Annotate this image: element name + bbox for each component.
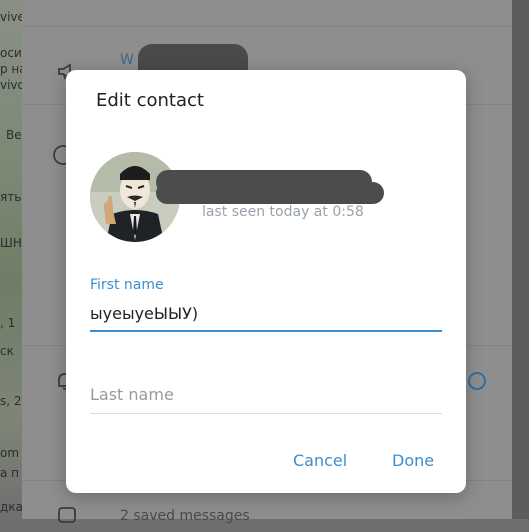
first-name-label: First name	[90, 277, 164, 293]
saved-messages-text: 2 saved messages	[120, 508, 250, 524]
dialog-title: Edit contact	[96, 90, 204, 111]
done-button[interactable]: Done	[392, 451, 434, 470]
background-chat-list: vive осит р на vivo Ве ять ШН , 1 ск s, …	[0, 0, 29, 519]
last-name-input[interactable]	[90, 383, 442, 405]
toggle-icon	[466, 370, 488, 392]
bg-link-text: W	[120, 52, 134, 68]
cancel-button[interactable]: Cancel	[293, 451, 347, 470]
bg-fragment: ШН	[0, 236, 22, 250]
bg-fragment: , 1	[0, 316, 16, 330]
divider	[22, 26, 512, 27]
background-right-edge	[512, 0, 529, 519]
bg-fragment: ск	[0, 344, 14, 358]
bookmark-icon	[56, 506, 78, 528]
bg-fragment: а п	[0, 466, 20, 480]
bg-fragment: s, 2	[0, 394, 22, 408]
first-name-underline	[90, 330, 442, 332]
bg-fragment: дка	[0, 500, 23, 514]
name-redaction	[156, 182, 384, 204]
last-seen-status: last seen today at 0:58	[202, 204, 364, 220]
last-name-underline	[90, 413, 442, 414]
first-name-input[interactable]	[90, 302, 442, 324]
edit-contact-dialog: Edit contact last seen today at 0:58 Fir…	[66, 70, 466, 493]
bg-fragment: ять	[0, 190, 22, 204]
bg-fragment: Ве	[6, 128, 22, 142]
bg-fragment: om	[0, 446, 20, 460]
